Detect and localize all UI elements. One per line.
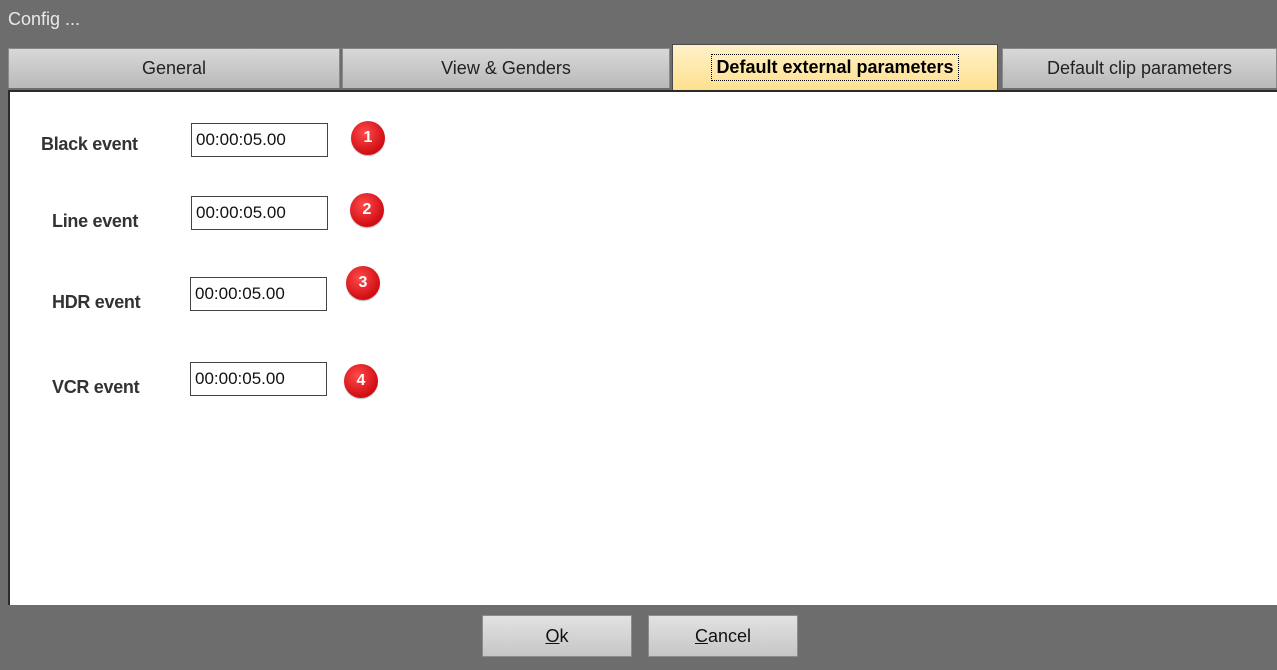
cancel-button[interactable]: Cancel (648, 615, 798, 657)
window-title: Config ... (8, 9, 81, 29)
callout-badge-2: 2 (350, 193, 384, 227)
callout-badge-1: 1 (351, 121, 385, 155)
black-event-label: Black event (41, 134, 138, 154)
tab-view-genders-label: View & Genders (441, 58, 571, 78)
vcr-event-label: VCR event (52, 377, 140, 397)
tab-view-genders[interactable]: View & Genders (342, 48, 670, 88)
tab-default-clip-parameters-label: Default clip parameters (1046, 58, 1233, 78)
line-event-label: Line event (52, 211, 139, 231)
tab-panel: Black event 1 Line event 2 HDR event 3 V… (8, 90, 1277, 605)
hdr-event-field[interactable] (190, 277, 327, 311)
cancel-button-label: Cancel (694, 625, 752, 646)
line-event-field[interactable] (191, 196, 328, 230)
ok-button-label: Ok (545, 625, 569, 646)
ok-button[interactable]: Ok (482, 615, 632, 657)
tab-default-clip-parameters[interactable]: Default clip parameters (1002, 48, 1277, 88)
tab-default-external-parameters-label: Default external parameters (711, 54, 959, 81)
black-event-field[interactable] (191, 123, 328, 157)
vcr-event-field[interactable] (190, 362, 327, 396)
callout-badge-4: 4 (344, 364, 378, 398)
callout-badge-3: 3 (346, 266, 380, 300)
tab-default-external-parameters[interactable]: Default external parameters (672, 44, 998, 90)
dialog-footer: Ok Cancel (0, 605, 1277, 670)
tab-strip: General View & Genders Default external … (8, 44, 1277, 90)
hdr-event-label: HDR event (52, 292, 141, 312)
config-dialog: Config ... General View & Genders Defaul… (0, 0, 1277, 670)
tab-general-label: General (141, 58, 207, 78)
tab-general[interactable]: General (8, 48, 340, 88)
